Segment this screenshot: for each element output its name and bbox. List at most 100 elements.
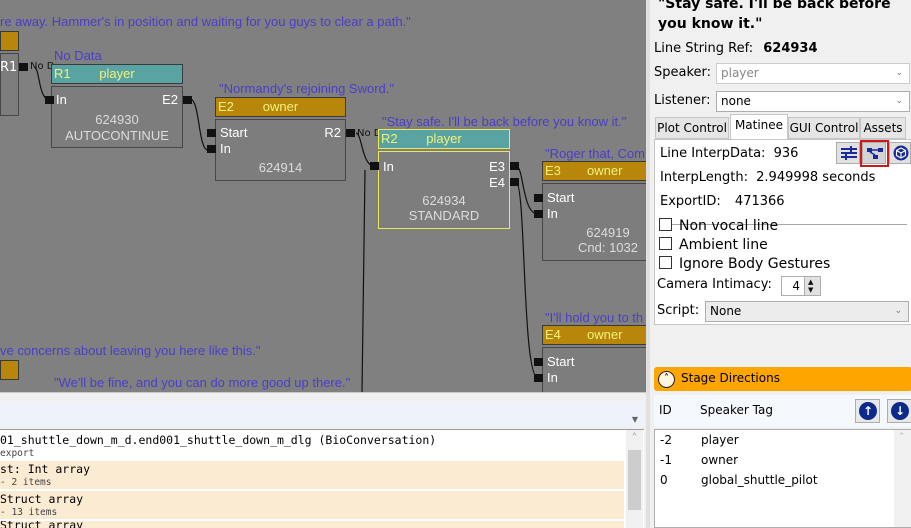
tree-row-title: Struct array <box>0 492 84 506</box>
input-pin[interactable] <box>534 194 543 202</box>
node-speaker: player <box>426 131 462 146</box>
node-body: In E2 624930 AUTOCONTINUE <box>51 86 183 148</box>
tab-assets[interactable]: Assets <box>860 117 906 139</box>
input-pin-label: In <box>383 159 394 174</box>
speaker-list[interactable]: -2 player -1 owner 0 global_shuttle_pilo… <box>654 429 911 528</box>
interp-tracks-button[interactable] <box>836 142 860 164</box>
node-header: E2 owner <box>215 97 346 117</box>
node-type: STANDARD <box>408 208 480 223</box>
input-pin[interactable] <box>534 358 543 366</box>
tree-row[interactable]: st: Int array - 2 items <box>0 461 624 489</box>
node-body: Start In R2 624914 <box>215 119 346 181</box>
column-header-id[interactable]: ID <box>659 403 672 417</box>
dialogue-node-e4[interactable]: E4 owner Start In <box>542 325 646 392</box>
node-header: E4 owner <box>542 325 646 345</box>
open-in-package-editor-button[interactable] <box>889 142 911 164</box>
output-pin[interactable] <box>19 63 28 71</box>
output-pin-label: E4 <box>489 175 505 190</box>
input-pin[interactable] <box>207 145 216 153</box>
spinner-buttons[interactable]: ▲ ▼ <box>804 277 820 295</box>
tree-row-subtitle: - 13 items <box>0 507 58 518</box>
script-combo[interactable]: None ⌄ <box>705 301 909 322</box>
line-text: "Stay safe. I'll be back before you know… <box>658 0 891 32</box>
partial-node-header[interactable] <box>0 360 19 380</box>
dialogue-node-e3[interactable]: E3 owner Start In 624919 Cnd: 1032 <box>542 161 646 261</box>
listener-label: Listener: <box>654 93 711 108</box>
tree-row[interactable]: Struct array <box>0 521 624 528</box>
tree-row[interactable]: Struct array - 13 items <box>0 491 624 519</box>
toolbar-overflow-icon[interactable]: ▼ <box>632 415 638 424</box>
scrollbar-thumb[interactable] <box>628 450 641 510</box>
line-string-ref-label: Line String Ref: <box>654 41 754 56</box>
partial-node-header[interactable] <box>0 31 19 51</box>
tab-gui-control[interactable]: GUI Control <box>788 117 860 139</box>
speaker-list-scrollbar[interactable]: ⌃ <box>894 430 911 527</box>
stage-directions-header[interactable]: ˄ Stage Directions <box>654 367 911 391</box>
output-pin[interactable] <box>346 129 355 137</box>
listener-combo[interactable]: none ⌄ <box>716 91 910 112</box>
cube-icon <box>893 145 909 161</box>
chevron-down-icon: ⌄ <box>895 96 903 106</box>
line-string-ref-row: Line String Ref: 624934 <box>654 41 818 56</box>
script-label: Script: <box>657 303 700 318</box>
tree-scrollbar[interactable]: ⌃ <box>626 430 643 528</box>
dialogue-node-r2[interactable]: R2 player In E3 E4 624934 STANDARD <box>378 129 510 229</box>
move-down-button[interactable]: ↓ <box>887 399 911 423</box>
node-tag: E4 <box>545 327 561 342</box>
output-pin[interactable] <box>510 162 519 170</box>
speaker-tag: global_shuttle_pilot <box>701 473 818 487</box>
node-speaker: owner <box>262 99 299 114</box>
camera-intimacy-value: 4 <box>792 279 800 293</box>
spin-down-icon[interactable]: ▼ <box>808 286 813 294</box>
input-pin[interactable] <box>534 210 543 218</box>
spin-up-icon[interactable]: ▲ <box>808 278 813 286</box>
ignore-body-gestures-checkbox[interactable] <box>659 256 672 269</box>
camera-intimacy-spinner[interactable]: 4 ▲ ▼ <box>781 276 821 296</box>
speaker-value: player <box>721 66 759 80</box>
non-vocal-line-label: Non vocal line <box>679 218 779 234</box>
chevron-down-icon: ⌄ <box>894 306 902 316</box>
tree-row[interactable]: 01_shuttle_down_m_d.end001_shuttle_down_… <box>0 433 624 461</box>
camera-intimacy-label: Camera Intimacy: <box>657 277 772 292</box>
move-up-button[interactable]: ↑ <box>855 399 880 423</box>
interp-length-value: 2.949998 seconds <box>756 170 876 185</box>
non-vocal-line-checkbox[interactable] <box>659 218 672 231</box>
speaker-combo[interactable]: player ⌄ <box>716 63 910 84</box>
column-header-speaker-tag[interactable]: Speaker Tag <box>700 403 773 417</box>
input-pin[interactable] <box>534 374 543 382</box>
input-pin-label: In <box>547 206 558 221</box>
output-pin[interactable] <box>183 96 192 104</box>
tab-plot-control[interactable]: Plot Control <box>655 117 729 139</box>
scroll-up-icon[interactable]: ⌃ <box>898 432 906 442</box>
node-tag: E3 <box>545 163 561 178</box>
interp-length-row: InterpLength: 2.949998 seconds <box>660 170 875 185</box>
speaker-id: -2 <box>660 433 672 447</box>
output-pin-label: R1 <box>0 60 18 75</box>
matinee-tab-panel: Line InterpData: 936 InterpLength: 2.949… <box>654 139 911 325</box>
node-type: AUTOCONTINUE <box>65 128 169 143</box>
dialogue-node-e2[interactable]: E2 owner Start In R2 624914 <box>215 97 346 181</box>
output-pin[interactable] <box>510 178 519 186</box>
export-id-value: 471366 <box>734 194 785 209</box>
graph-comment: "Roger that, Com <box>545 146 645 161</box>
sliders-icon <box>841 146 857 160</box>
ambient-line-checkbox[interactable] <box>659 237 672 250</box>
tab-matinee[interactable]: Matinee <box>730 114 788 140</box>
speaker-label: Speaker: <box>654 65 712 80</box>
input-pin[interactable] <box>207 129 216 137</box>
collapse-icon[interactable]: ˄ <box>658 371 675 388</box>
input-pin-label: Start <box>547 354 575 369</box>
tree-row-title: Struct array <box>0 521 84 528</box>
input-pin-label: In <box>56 92 67 107</box>
line-string-ref-value: 624934 <box>763 41 818 56</box>
input-pin[interactable] <box>370 162 379 170</box>
export-id-row: ExportID: 471366 <box>660 194 785 209</box>
node-header: E3 owner <box>542 161 646 181</box>
dialogue-node-r1[interactable]: R1 player In E2 624930 AUTOCONTINUE <box>51 64 183 148</box>
input-pin[interactable] <box>45 96 54 104</box>
dialogue-graph-canvas[interactable]: re away. Hammer's in position and waitin… <box>0 0 646 392</box>
tree-row-title: st: Int array <box>0 462 91 476</box>
node-speaker: owner <box>587 327 623 342</box>
scroll-up-icon[interactable]: ⌃ <box>626 432 643 442</box>
property-tree[interactable]: 01_shuttle_down_m_d.end001_shuttle_down_… <box>0 429 644 528</box>
